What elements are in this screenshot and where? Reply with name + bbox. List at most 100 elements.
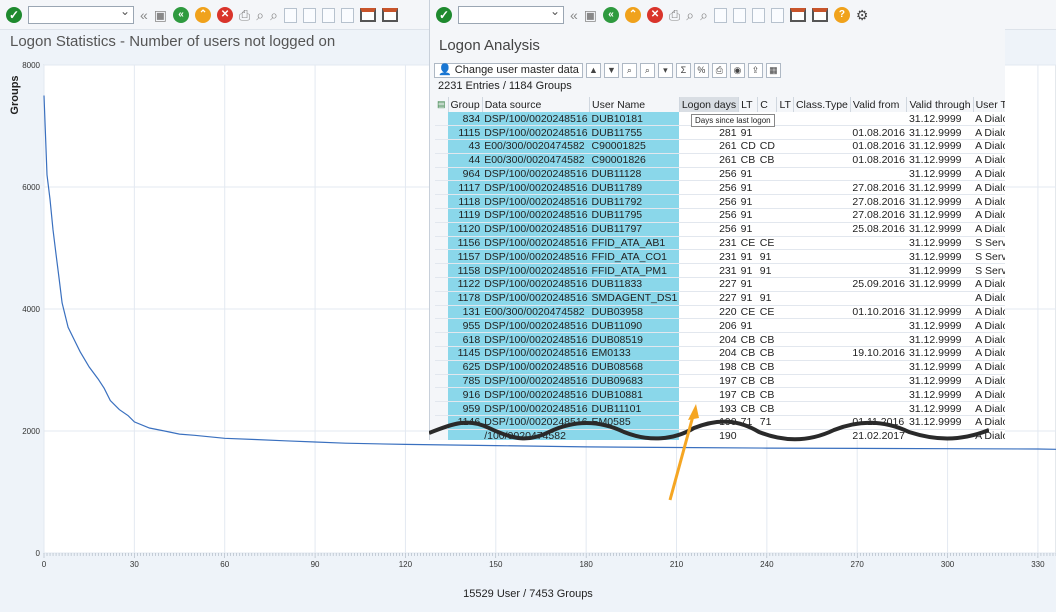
column-header-user-name[interactable]: User Name: [589, 97, 680, 112]
previous-page-icon[interactable]: [732, 7, 746, 23]
table-row[interactable]: 959 DSP/100/0020248516 DUB11101 193 CB CB 31.1…: [435, 401, 1005, 417]
last-page-icon[interactable]: [340, 7, 354, 23]
column-header-valid-from[interactable]: Valid from: [850, 97, 908, 112]
save-icon[interactable]: ▣: [154, 7, 167, 24]
shortcut-icon[interactable]: [811, 8, 828, 22]
row-selector[interactable]: [435, 125, 449, 141]
exit-icon[interactable]: ⌃: [195, 7, 212, 23]
column-header-user-type[interactable]: User Type: [973, 97, 1005, 112]
column-header-logon-days[interactable]: Logon days: [679, 97, 740, 112]
command-field[interactable]: [458, 4, 564, 24]
table-row[interactable]: 1119 DSP/100/0020248516 DUB11795 256 91 27.08…: [435, 208, 1005, 223]
table-row[interactable]: 1122 DSP/100/0020248516 DUB11833 227 91 25.09…: [435, 277, 1005, 292]
column-header-group[interactable]: Group: [448, 97, 483, 112]
table-row[interactable]: 1115 DSP/100/0020248516 DUB11755 281 91 01.08…: [435, 125, 1005, 141]
back-double-icon[interactable]: «: [140, 7, 148, 23]
table-row[interactable]: 785 DSP/100/0020248516 DUB09683 197 CB CB 31.1…: [435, 374, 1005, 389]
print-preview-icon[interactable]: ⎙: [711, 62, 727, 78]
table-row[interactable]: 1156 DSP/100/0020248516 FFID_ATA_AB1 231 CE C…: [435, 236, 1005, 251]
table-row[interactable]: 1117 DSP/100/0020248516 DUB11789 256 91 27.08…: [435, 180, 1005, 196]
sum-icon[interactable]: Σ: [675, 62, 691, 78]
first-page-icon[interactable]: [713, 7, 727, 23]
row-selector[interactable]: [435, 167, 449, 182]
row-selector[interactable]: [435, 112, 449, 127]
table-row[interactable]: 1120 DSP/100/0020248516 DUB11797 256 91 25.08…: [435, 222, 1005, 237]
row-selector[interactable]: [435, 318, 449, 334]
find-next-icon[interactable]: ⌕: [639, 62, 655, 78]
row-selector[interactable]: [435, 194, 449, 210]
row-selector[interactable]: [435, 305, 449, 320]
first-page-icon[interactable]: [283, 7, 297, 23]
back-double-icon[interactable]: «: [570, 7, 578, 23]
table-row[interactable]: 625 DSP/100/0020248516 DUB08568 198 CB CB 31.1…: [435, 360, 1005, 375]
save-icon[interactable]: ▣: [584, 7, 597, 24]
table-row[interactable]: 1158 DSP/100/0020248516 FFID_ATA_PM1 231 91 9…: [435, 263, 1005, 279]
print-icon[interactable]: ⎙: [669, 7, 680, 24]
table-row[interactable]: 964 DSP/100/0020248516 DUB11128 256 91 31.12.…: [435, 167, 1005, 182]
table-row[interactable]: 43 E00/300/0020474582 C90001825 261 CD CD 01.0…: [435, 139, 1005, 154]
row-selector[interactable]: [435, 139, 449, 154]
export-icon[interactable]: ⇪: [747, 62, 763, 78]
enter-icon[interactable]: ✓: [436, 7, 452, 23]
back-icon[interactable]: «: [173, 7, 190, 23]
table-row[interactable]: 1178 DSP/100/0020248516 SMDAGENT_DS1 227 91 9…: [435, 291, 1005, 306]
help-icon[interactable]: ?: [833, 7, 850, 23]
column-header-lt[interactable]: LT: [776, 97, 794, 112]
column-header-c[interactable]: C: [757, 97, 778, 112]
layout-icon[interactable]: ▦: [765, 62, 781, 78]
row-selector[interactable]: [435, 222, 449, 237]
sort-descending-icon[interactable]: ▼: [603, 62, 619, 78]
find-icon[interactable]: ⌕: [621, 62, 637, 78]
find-next-icon[interactable]: ⌕: [270, 7, 278, 24]
change-user-master-data-button[interactable]: 👤 Change user master data: [434, 62, 583, 78]
table-row[interactable]: 1145 DSP/100/0020248516 EM0133 204 CB CB 19.10…: [435, 346, 1005, 361]
new-session-icon[interactable]: [359, 8, 376, 22]
row-selector[interactable]: [435, 153, 449, 168]
table-row[interactable]: 1157 DSP/100/0020248516 FFID_ATA_CO1 231 91 9…: [435, 249, 1005, 265]
row-selector[interactable]: [435, 401, 449, 417]
print-icon[interactable]: ⎙: [239, 7, 250, 24]
exit-icon[interactable]: ⌃: [625, 7, 642, 23]
row-selector[interactable]: [435, 180, 449, 196]
row-selector[interactable]: [435, 249, 449, 265]
select-all-icon[interactable]: ▤: [435, 97, 449, 112]
next-page-icon[interactable]: [751, 7, 765, 23]
column-header-valid-through[interactable]: Valid through: [906, 97, 974, 112]
new-session-icon[interactable]: [789, 8, 806, 22]
find-next-icon[interactable]: ⌕: [700, 7, 708, 24]
row-selector[interactable]: [435, 387, 449, 403]
back-icon[interactable]: «: [603, 7, 620, 23]
row-selector[interactable]: [435, 277, 449, 292]
next-page-icon[interactable]: [321, 7, 335, 23]
filter-icon[interactable]: ▾: [657, 62, 673, 78]
row-selector[interactable]: [435, 236, 449, 251]
table-row[interactable]: 44 E00/300/0020474582 C90001826 261 CB CB 01.0…: [435, 153, 1005, 168]
table-row[interactable]: 955 DSP/100/0020248516 DUB11090 206 91 31.12.…: [435, 318, 1005, 334]
sort-ascending-icon[interactable]: ▲: [585, 62, 601, 78]
row-selector[interactable]: [435, 360, 449, 375]
shortcut-icon[interactable]: [381, 8, 398, 22]
views-icon[interactable]: ◉: [729, 62, 745, 78]
last-page-icon[interactable]: [770, 7, 784, 23]
cancel-icon[interactable]: ✕: [647, 7, 664, 23]
row-selector[interactable]: [435, 346, 449, 361]
column-header-lt[interactable]: LT: [738, 97, 759, 112]
previous-page-icon[interactable]: [302, 7, 316, 23]
row-selector[interactable]: [435, 208, 449, 223]
column-header-data-source[interactable]: Data source: [482, 97, 591, 112]
settings-icon[interactable]: ⚙: [856, 7, 869, 24]
find-icon[interactable]: ⌕: [686, 7, 694, 24]
column-header-class-type[interactable]: Class.Type: [793, 97, 851, 112]
row-selector[interactable]: [435, 291, 449, 306]
table-row[interactable]: 916 DSP/100/0020248516 DUB10881 197 CB CB 31.1…: [435, 387, 1005, 403]
table-row[interactable]: 1118 DSP/100/0020248516 DUB11792 256 91 27.08…: [435, 194, 1005, 210]
subtotal-icon[interactable]: %: [693, 62, 709, 78]
row-selector[interactable]: [435, 263, 449, 279]
table-row[interactable]: 618 DSP/100/0020248516 DUB08519 204 CB CB 31.1…: [435, 332, 1005, 348]
enter-icon[interactable]: ✓: [6, 7, 22, 23]
row-selector[interactable]: [435, 374, 449, 389]
cancel-icon[interactable]: ✕: [217, 7, 234, 23]
table-row[interactable]: 131 E00/300/0020474582 DUB03958 220 CE CE 01.1…: [435, 305, 1005, 320]
find-icon[interactable]: ⌕: [256, 7, 264, 24]
command-field[interactable]: [28, 4, 134, 24]
